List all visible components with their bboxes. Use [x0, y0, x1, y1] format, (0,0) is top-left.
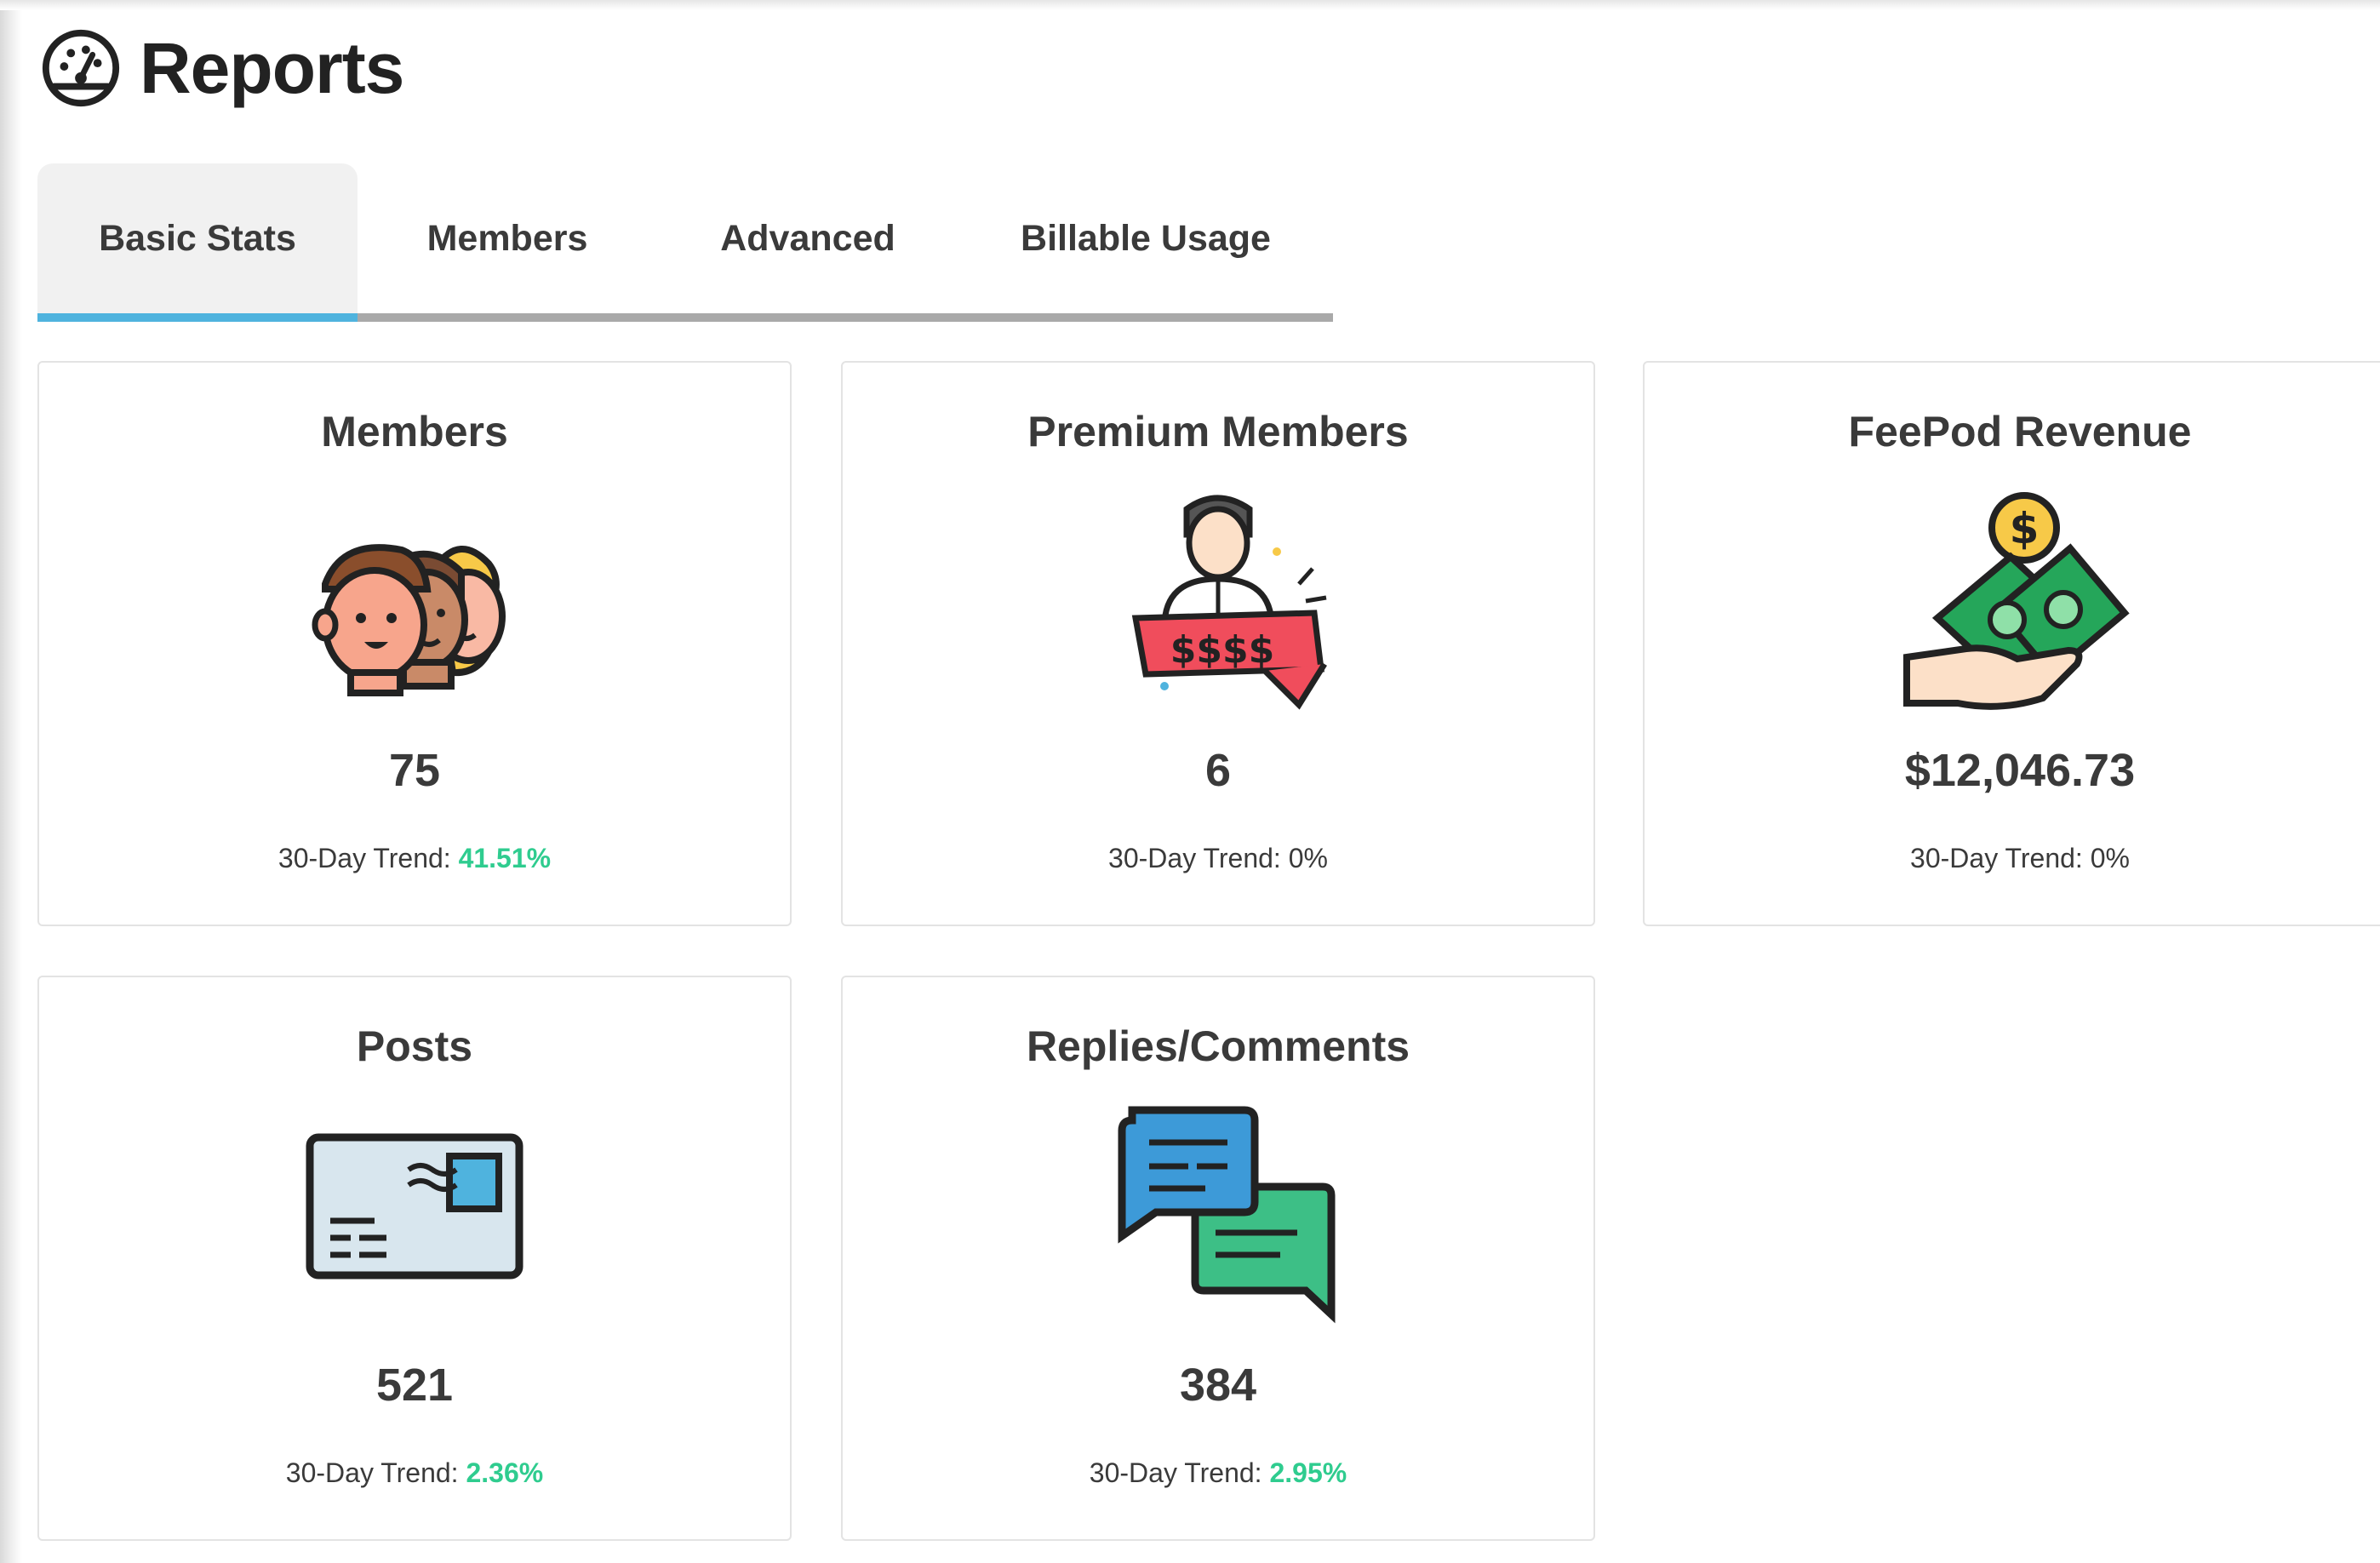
stat-card-posts: Posts 521 30-Day Trend: 2.36% [37, 976, 792, 1541]
svg-text:$: $ [2010, 504, 2040, 553]
card-title: Replies/Comments [1026, 1022, 1410, 1070]
comments-chat-icon [1095, 1088, 1342, 1335]
reports-page: Reports Basic Stats Members Advanced Bil… [0, 0, 2380, 1563]
tab-underline-track [37, 313, 1333, 322]
window-shadow [0, 0, 22, 1563]
speedometer-icon [39, 26, 123, 110]
card-trend: 30-Day Trend: 2.95% [843, 1457, 1593, 1489]
trend-value: 0% [2090, 843, 2130, 873]
trend-label: 30-Day Trend: [1089, 1457, 1262, 1488]
report-tabs: Basic Stats Members Advanced Billable Us… [37, 163, 1333, 325]
trend-value: 0% [1288, 843, 1328, 873]
premium-member-icon: $$$$ [1095, 473, 1342, 720]
card-value: $12,046.73 [1904, 745, 2136, 796]
tab-basic-stats[interactable]: Basic Stats [37, 163, 358, 313]
members-group-icon [291, 473, 538, 720]
card-trend: 30-Day Trend: 41.51% [39, 843, 790, 874]
tab-billable-usage[interactable]: Billable Usage [958, 163, 1333, 313]
trend-label: 30-Day Trend: [277, 843, 451, 873]
tab-active-indicator [37, 313, 358, 322]
post-card-icon [291, 1088, 538, 1335]
stat-card-replies-comments: Replies/Comments 384 30-Day Trend: 2.95% [841, 976, 1595, 1541]
trend-value: 2.36% [466, 1457, 544, 1488]
revenue-money-icon: $ [1897, 473, 2143, 720]
stat-card-members: Members 75 30-Day Trend: 41.51% [37, 361, 792, 926]
card-title: Members [321, 408, 508, 455]
card-title: FeePod Revenue [1848, 408, 2192, 455]
card-trend: 30-Day Trend: 0% [1645, 843, 2380, 874]
page-title: Reports [140, 27, 404, 108]
trend-value: 2.95% [1269, 1457, 1347, 1488]
svg-text:$$$$: $$$$ [1170, 628, 1274, 672]
card-trend: 30-Day Trend: 2.36% [39, 1457, 790, 1489]
tab-members[interactable]: Members [358, 163, 657, 313]
window-top-shadow [0, 0, 2380, 10]
card-value: 521 [375, 1360, 454, 1411]
tab-advanced[interactable]: Advanced [657, 163, 958, 313]
page-header: Reports [39, 26, 404, 111]
trend-label: 30-Day Trend: [285, 1457, 459, 1488]
card-title: Posts [356, 1022, 473, 1070]
card-trend: 30-Day Trend: 0% [843, 843, 1593, 874]
trend-label: 30-Day Trend: [1108, 843, 1281, 873]
stat-card-feepod-revenue: FeePod Revenue $ $12,046.73 30-Day Trend… [1643, 361, 2380, 926]
card-value: 75 [388, 745, 441, 796]
card-title: Premium Members [1027, 408, 1409, 455]
card-value: 384 [1179, 1360, 1257, 1411]
trend-label: 30-Day Trend: [1910, 843, 2083, 873]
card-value: 6 [1204, 745, 1232, 796]
stat-card-premium-members: Premium Members $$$$ 6 30-Day Trend: 0% [841, 361, 1595, 926]
trend-value: 41.51% [458, 843, 552, 873]
